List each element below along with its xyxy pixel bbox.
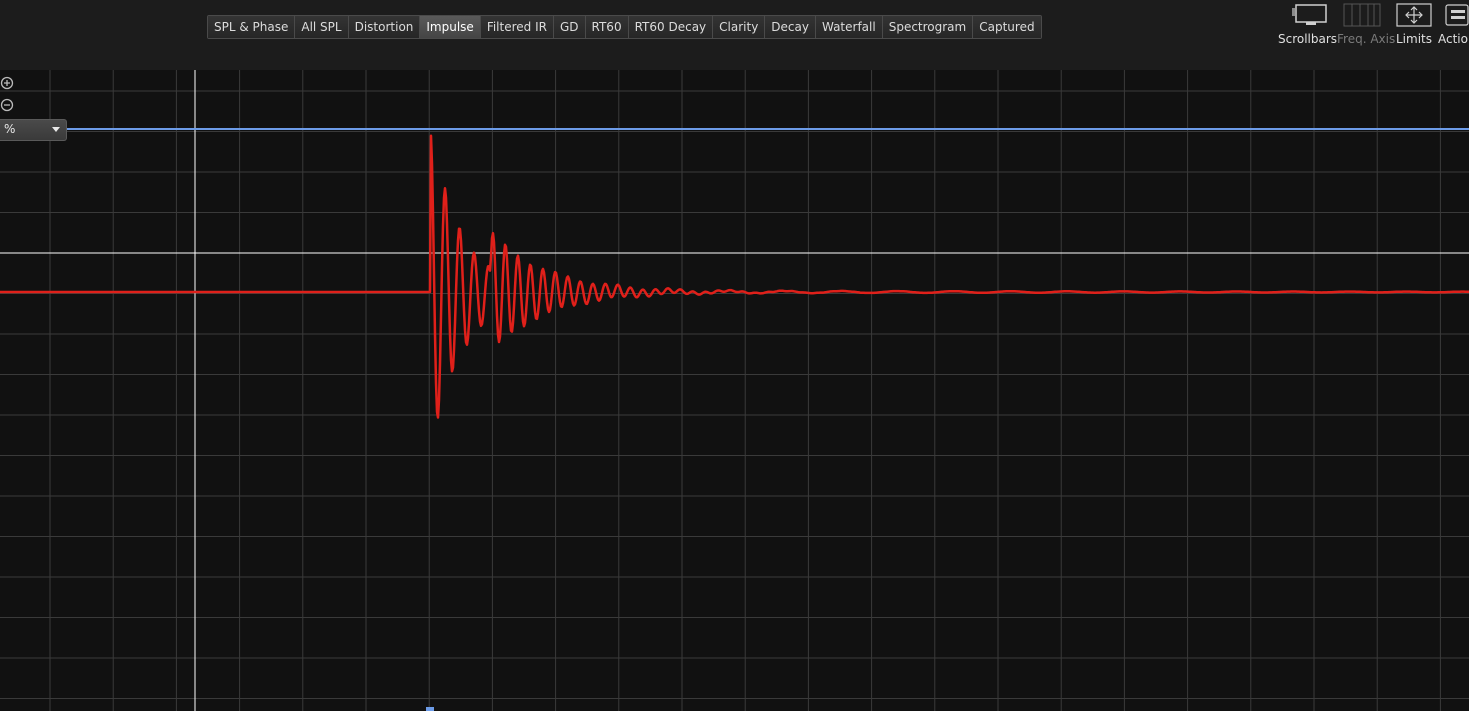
chevron-down-icon <box>52 127 60 132</box>
scrollbars-icon <box>1292 4 1327 25</box>
tab-clarity[interactable]: Clarity <box>713 16 766 38</box>
freq-axis-button[interactable]: Freq. Axis <box>1337 2 1395 46</box>
top-toolbar: SPL & Phase All SPL Distortion Impulse Filte… <box>0 0 1469 70</box>
tab-captured[interactable]: Captured <box>973 16 1041 38</box>
impulse-graph[interactable] <box>0 70 1469 711</box>
unit-dropdown[interactable]: % <box>0 119 67 141</box>
actions-label: Actions <box>1438 32 1469 46</box>
limits-button[interactable]: Limits <box>1396 2 1432 46</box>
tab-filtered-ir[interactable]: Filtered IR <box>480 16 554 38</box>
scrollbars-label: Scrollbars <box>1278 32 1338 46</box>
freq-axis-label: Freq. Axis <box>1337 32 1396 46</box>
freq-axis-icon <box>1343 3 1381 27</box>
tab-gd[interactable]: GD <box>553 16 586 38</box>
plot-grid <box>0 70 1469 711</box>
graph-tabs: SPL & Phase All SPL Distortion Impulse Filte… <box>207 15 1042 39</box>
tab-rt60-decay[interactable]: RT60 Decay <box>628 16 714 38</box>
unit-dropdown-value: % <box>4 122 16 136</box>
limits-icon <box>1396 3 1432 27</box>
time-marker[interactable] <box>426 707 434 711</box>
tab-waterfall[interactable]: Waterfall <box>815 16 883 38</box>
actions-button[interactable]: Actions <box>1438 2 1469 46</box>
impulse-trace <box>0 134 1469 419</box>
actions-icon <box>1445 4 1469 26</box>
tab-spl-phase[interactable]: SPL & Phase <box>208 16 296 38</box>
zoom-in-icon[interactable] <box>0 76 14 90</box>
tab-all-spl[interactable]: All SPL <box>295 16 349 38</box>
limits-label: Limits <box>1396 32 1432 46</box>
tab-impulse[interactable]: Impulse <box>420 16 481 38</box>
scrollbars-button[interactable]: Scrollbars <box>1278 2 1337 46</box>
zoom-out-icon[interactable] <box>0 98 14 112</box>
impulse-plot-area[interactable] <box>0 70 1469 711</box>
tab-distortion[interactable]: Distortion <box>348 16 421 38</box>
tab-spectrogram[interactable]: Spectrogram <box>882 16 974 38</box>
tab-rt60[interactable]: RT60 <box>585 16 629 38</box>
tab-decay[interactable]: Decay <box>765 16 816 38</box>
